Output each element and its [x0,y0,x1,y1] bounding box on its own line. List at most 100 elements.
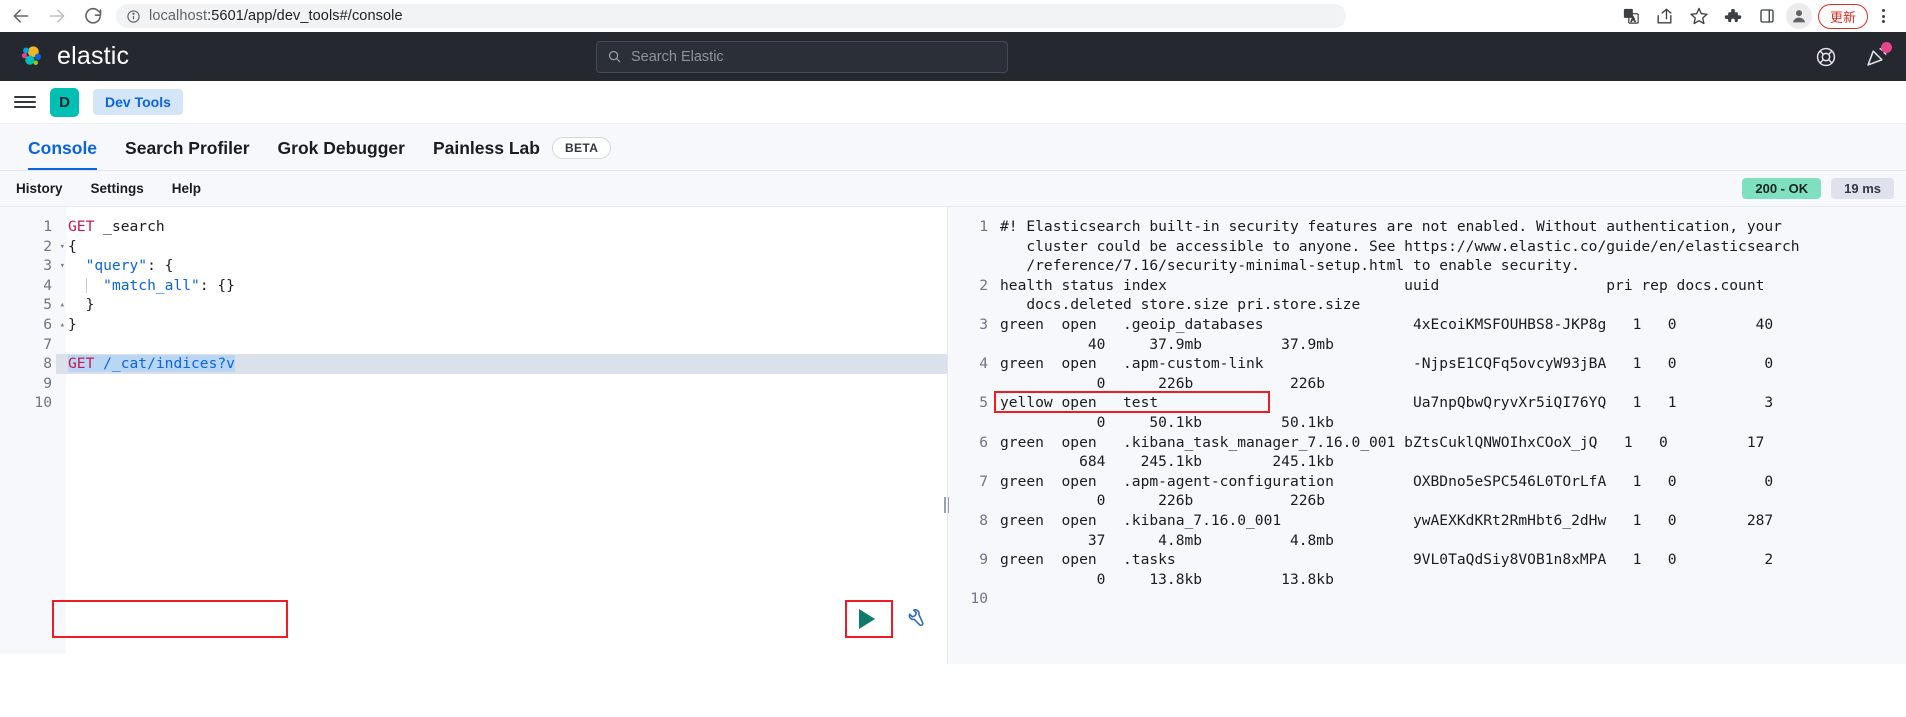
breadcrumb-dev-tools[interactable]: Dev Tools [93,89,183,115]
header-actions [1815,42,1892,68]
browser-toolbar: localhost:5601/app/dev_tools#/console 文A… [0,0,1906,32]
editor-line-number: 9 [43,374,52,392]
editor-code-line[interactable] [68,393,947,413]
editor-line-number: 1 [43,218,52,235]
response-line: green open .kibana_7.16.0_001 ywAEXKdKRt… [1000,511,1774,549]
send-request-button[interactable] [845,603,889,635]
global-search[interactable]: Search Elastic [596,40,1008,73]
url-text: localhost:5601/app/dev_tools#/console [149,8,403,24]
tab-search-profiler-label: Search Profiler [125,138,250,158]
response-line-number: 1 [979,218,988,235]
beta-badge: BETA [551,137,612,159]
response-line-number: 5 [979,394,988,412]
url-path: :5601/app/dev_tools#/console [207,8,403,24]
editor-line-number: 2 ▾ [43,237,65,255]
editor-code-line[interactable]: { [68,237,947,257]
space-avatar[interactable]: D [50,87,79,117]
history-button[interactable]: History [16,181,63,196]
request-actions [845,603,927,635]
response-line: green open .geoip_databases 4xEcoiKMSFOU… [1000,315,1774,353]
profile-avatar[interactable] [1785,3,1812,29]
puzzle-icon[interactable] [1716,3,1750,29]
editor-line-number: 7 [43,335,52,353]
address-bar[interactable]: localhost:5601/app/dev_tools#/console [116,4,1346,28]
wrench-icon[interactable] [905,608,927,630]
reload-icon[interactable] [82,5,104,27]
search-placeholder: Search Elastic [631,48,724,65]
response-line-number: 4 [979,355,988,373]
editor-bottom-strip [0,654,947,664]
share-icon[interactable] [1648,3,1682,29]
response-line: yellow open test Ua7npQbwQryvXr5iQI76YQ … [1000,394,1774,431]
tab-search-profiler[interactable]: Search Profiler [111,138,264,170]
tab-painless-lab-label: Painless Lab [432,137,540,158]
tab-console-label: Console [28,138,98,158]
dev-tools-tabs: Console Search Profiler Grok Debugger Pa… [0,124,1906,171]
console-toolbar: History Settings Help 200 - OK 19 ms [0,171,1906,207]
response-line [1000,589,1902,609]
site-info-icon[interactable] [126,9,141,24]
response-line-number: 2 [979,276,988,294]
tab-grok-debugger[interactable]: Grok Debugger [264,138,419,170]
elastic-global-header: elastic Search Elastic [0,32,1906,81]
response-pane[interactable]: 1 2 3 4 5 6 7 8 9 10 #! Elasticsearch built-in se… [948,207,1906,664]
forward-icon[interactable] [46,5,68,27]
elastic-logo-icon [18,43,46,71]
editor-line-number: 3 ▾ [43,257,65,275]
browser-nav-buttons [10,5,104,27]
response-line-number: 7 [979,472,988,490]
response-line: #! Elasticsearch built-in security featu… [1000,218,1800,275]
response-status-group: 200 - OK 19 ms [1742,178,1894,199]
browser-toolbar-actions: 文A 更新 [1614,3,1896,29]
pane-resize-handle[interactable] [944,497,952,513]
announcement-icon[interactable] [1865,42,1892,68]
editor-code[interactable]: GET _search{ "query": { "match_all": {} … [68,217,947,413]
elastic-logo-brand[interactable]: elastic [18,42,129,71]
response-line-number: 9 [979,551,988,569]
tab-painless-lab[interactable]: Painless Lab BETA [419,137,625,170]
console-panes: 1 2 ▾ 3 ▾ 4 5 ▴ 6 ▴ 7 8 9 10 GET _search{ "query": { … [0,207,1906,664]
search-icon [607,49,622,64]
editor-line-number: 10 [34,394,52,412]
response-line-number: 3 [979,315,988,333]
editor-code-line[interactable] [68,374,947,394]
editor-line-number: 6 ▴ [43,315,65,333]
response-line-number: 8 [979,511,988,529]
editor-code-line[interactable]: GET _search [68,217,947,237]
url-host: localhost [149,8,208,24]
kebab-menu-icon[interactable] [1870,3,1896,29]
play-icon [859,609,875,629]
request-editor-pane[interactable]: 1 2 ▾ 3 ▾ 4 5 ▴ 6 ▴ 7 8 9 10 GET _search{ "query": { … [0,207,948,664]
editor-line-number: 4 [43,276,52,294]
editor-code-line[interactable]: "query": { [68,256,947,276]
svg-text:A: A [1631,16,1636,23]
status-badge: 200 - OK [1742,178,1822,199]
response-line-number: 10 [970,590,988,608]
brand-name: elastic [57,42,130,70]
back-icon[interactable] [10,5,32,27]
editor-code-line[interactable]: "match_all": {} [68,276,947,296]
editor-code-line[interactable]: GET /_cat/indices?v [68,354,947,374]
breadcrumb-bar: D Dev Tools [0,81,1906,124]
settings-button[interactable]: Settings [91,181,144,196]
tab-grok-debugger-label: Grok Debugger [277,138,405,158]
tab-console[interactable]: Console [14,138,111,170]
hamburger-menu-icon[interactable] [14,92,36,112]
editor-line-number: 8 [43,355,52,373]
editor-code-line[interactable] [68,335,947,355]
editor-code-line[interactable]: } [68,315,947,335]
side-panel-icon[interactable] [1750,3,1784,29]
notification-dot [1881,42,1892,53]
star-icon[interactable] [1682,3,1716,29]
lifebuoy-help-icon[interactable] [1815,46,1837,68]
response-line: green open .apm-custom-link -NjpsE1CQFq5… [1000,355,1774,392]
response-line-number: 6 [979,433,988,451]
response-line: green open .tasks 9VL0TaQdSiy8VOB1n8xMPA… [1000,551,1774,588]
response-text: #! Elasticsearch built-in security featu… [1000,217,1902,609]
update-button[interactable]: 更新 [1817,3,1868,29]
translate-icon[interactable]: 文A [1614,3,1648,29]
editor-code-line[interactable]: } [68,295,947,315]
editor-line-number: 5 ▴ [43,296,65,314]
response-line: health status index uuid pri rep docs.co… [1000,276,1765,314]
help-button[interactable]: Help [172,181,201,196]
